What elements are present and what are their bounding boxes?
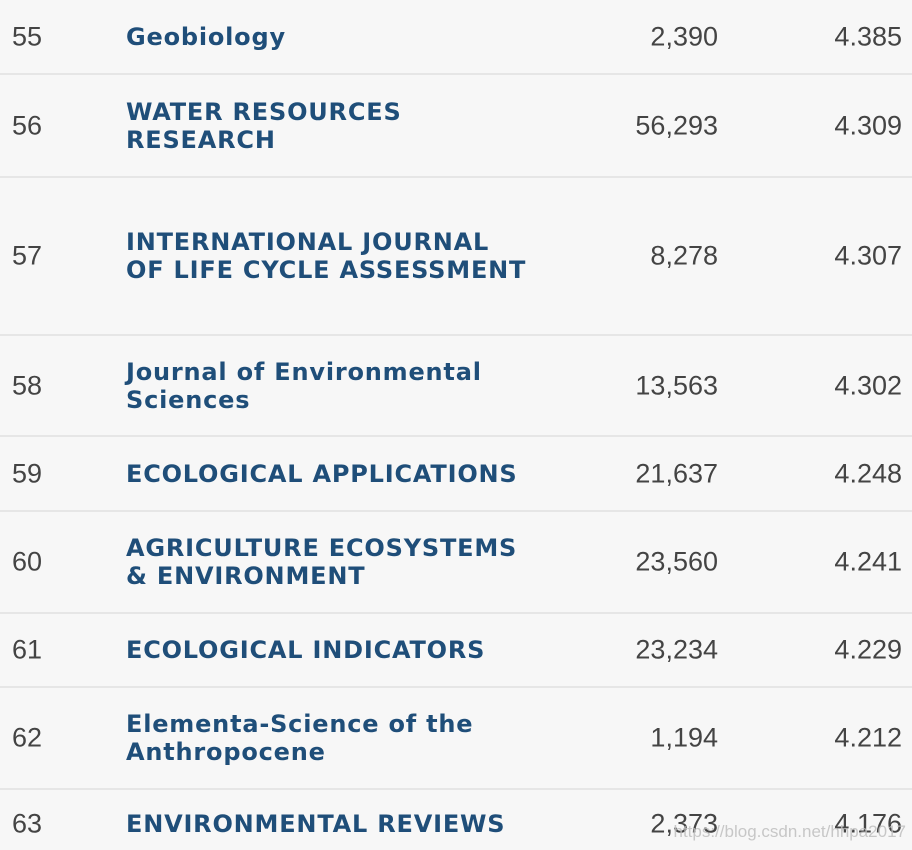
rank-cell: 60 [12, 546, 43, 577]
table-row: 58 Journal of Environmental Sciences 13,… [0, 336, 912, 437]
total-cites-cell: 2,390 [650, 21, 718, 51]
table-row: 59 ECOLOGICAL APPLICATIONS 21,637 4.248 [0, 437, 912, 512]
journal-title-link[interactable]: WATER RESOURCES RESEARCH [126, 98, 536, 154]
total-cites-cell: 8,278 [650, 240, 718, 271]
journal-title-link[interactable]: INTERNATIONAL JOURNAL OF LIFE CYCLE ASSE… [126, 228, 536, 284]
rank-cell: 62 [12, 722, 43, 753]
table-row: 61 ECOLOGICAL INDICATORS 23,234 4.229 [0, 614, 912, 688]
total-cites-cell: 2,373 [650, 808, 718, 839]
journal-title-link[interactable]: Journal of Environmental Sciences [126, 358, 536, 414]
rank-cell: 59 [12, 458, 43, 488]
journal-title-link[interactable]: Geobiology [126, 23, 536, 51]
impact-factor-cell: 4.309 [834, 110, 902, 140]
rank-cell: 55 [12, 21, 43, 51]
rank-cell: 63 [12, 808, 43, 839]
total-cites-cell: 21,637 [635, 458, 718, 488]
journal-title-link[interactable]: ECOLOGICAL INDICATORS [126, 636, 536, 664]
impact-factor-cell: 4.307 [834, 240, 902, 271]
impact-factor-cell: 4.176 [834, 808, 902, 839]
impact-factor-cell: 4.302 [834, 370, 902, 400]
total-cites-cell: 56,293 [635, 110, 718, 140]
table-row: 55 Geobiology 2,390 4.385 [0, 0, 912, 75]
total-cites-cell: 1,194 [650, 722, 718, 753]
rank-cell: 56 [12, 110, 43, 140]
rank-cell: 61 [12, 634, 43, 665]
journal-title-link[interactable]: ENVIRONMENTAL REVIEWS [126, 810, 536, 838]
journal-title-link[interactable]: Elementa-Science of the Anthropocene [126, 710, 536, 766]
table-row: 60 AGRICULTURE ECOSYSTEMS & ENVIRONMENT … [0, 512, 912, 614]
impact-factor-cell: 4.212 [834, 722, 902, 753]
impact-factor-cell: 4.248 [834, 458, 902, 488]
table-row: 62 Elementa-Science of the Anthropocene … [0, 688, 912, 790]
journal-title-link[interactable]: ECOLOGICAL APPLICATIONS [126, 460, 536, 488]
table-row: 63 ENVIRONMENTAL REVIEWS 2,373 4.176 [0, 790, 912, 850]
impact-factor-cell: 4.385 [834, 21, 902, 51]
impact-factor-cell: 4.241 [834, 546, 902, 577]
journal-ranking-table: 55 Geobiology 2,390 4.385 56 WATER RESOU… [0, 0, 912, 850]
total-cites-cell: 23,560 [635, 546, 718, 577]
rank-cell: 57 [12, 240, 43, 271]
table-row: 56 WATER RESOURCES RESEARCH 56,293 4.309 [0, 75, 912, 178]
impact-factor-cell: 4.229 [834, 634, 902, 665]
total-cites-cell: 23,234 [635, 634, 718, 665]
total-cites-cell: 13,563 [635, 370, 718, 400]
rank-cell: 58 [12, 370, 43, 400]
table-row: 57 INTERNATIONAL JOURNAL OF LIFE CYCLE A… [0, 178, 912, 336]
journal-title-link[interactable]: AGRICULTURE ECOSYSTEMS & ENVIRONMENT [126, 534, 536, 590]
